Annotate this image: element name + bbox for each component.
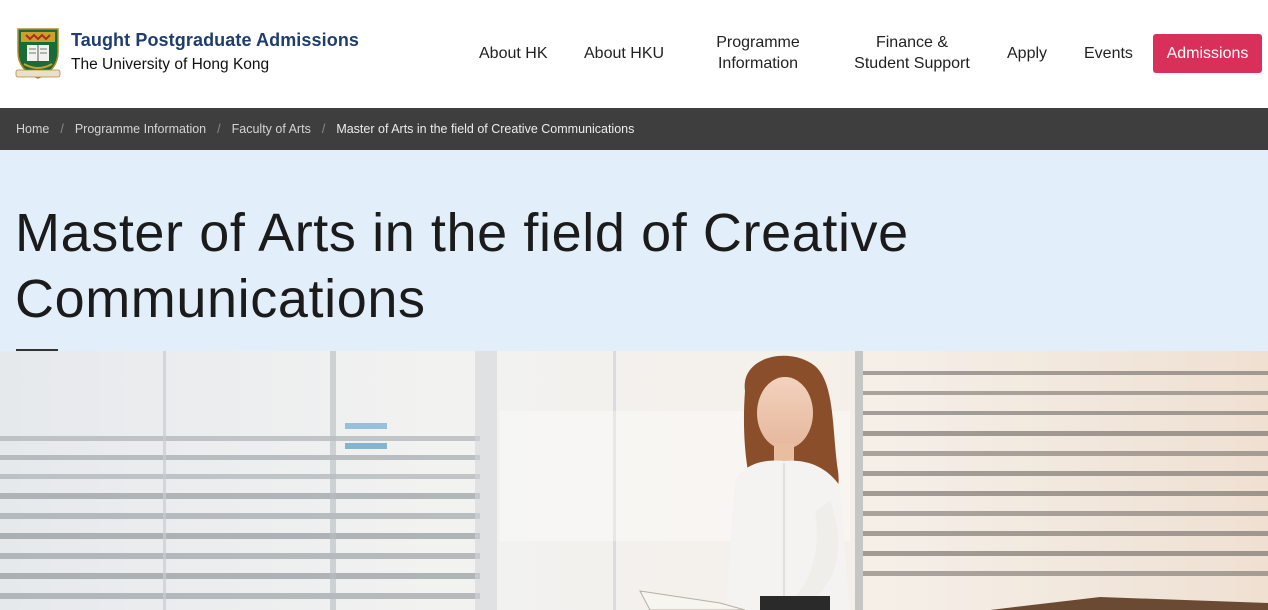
breadcrumb-separator: / bbox=[321, 122, 326, 136]
page-title: Master of Arts in the field of Creative … bbox=[15, 200, 1015, 332]
breadcrumb: Home / Programme Information / Faculty o… bbox=[0, 108, 1268, 150]
nav-about-hku[interactable]: About HKU bbox=[584, 43, 664, 64]
nav-programme-line2: Information bbox=[717, 55, 799, 72]
hero-image bbox=[0, 351, 1268, 610]
breadcrumb-separator: / bbox=[60, 122, 64, 136]
nav-finance-student-support[interactable]: Finance & Student Support bbox=[850, 32, 974, 74]
nav-programme-line1: Programme bbox=[716, 34, 800, 51]
page-title-line1: Master of Arts in the field of Creative bbox=[15, 203, 909, 263]
nav-apply[interactable]: Apply bbox=[1007, 43, 1047, 64]
nav-finance-line1: Finance & bbox=[875, 34, 949, 51]
nav-finance-line2: Student Support bbox=[854, 55, 970, 72]
hero-photo bbox=[0, 351, 1268, 610]
breadcrumb-current: Master of Arts in the field of Creative … bbox=[336, 122, 635, 136]
breadcrumb-home[interactable]: Home bbox=[16, 122, 49, 136]
title-band: Master of Arts in the field of Creative … bbox=[0, 150, 1268, 351]
page-title-line2: Communications bbox=[15, 269, 426, 329]
nav-events[interactable]: Events bbox=[1084, 43, 1133, 64]
main-nav: About HK About HKU Programme Information… bbox=[0, 0, 1268, 108]
site-header: Taught Postgraduate Admissions The Unive… bbox=[0, 0, 1268, 108]
breadcrumb-separator: / bbox=[217, 122, 221, 136]
nav-programme-information[interactable]: Programme Information bbox=[710, 32, 806, 74]
nav-about-hk[interactable]: About HK bbox=[479, 43, 547, 64]
breadcrumb-programme-information[interactable]: Programme Information bbox=[75, 122, 206, 136]
admissions-button[interactable]: Admissions bbox=[1153, 34, 1262, 73]
breadcrumb-faculty-of-arts[interactable]: Faculty of Arts bbox=[232, 122, 311, 136]
